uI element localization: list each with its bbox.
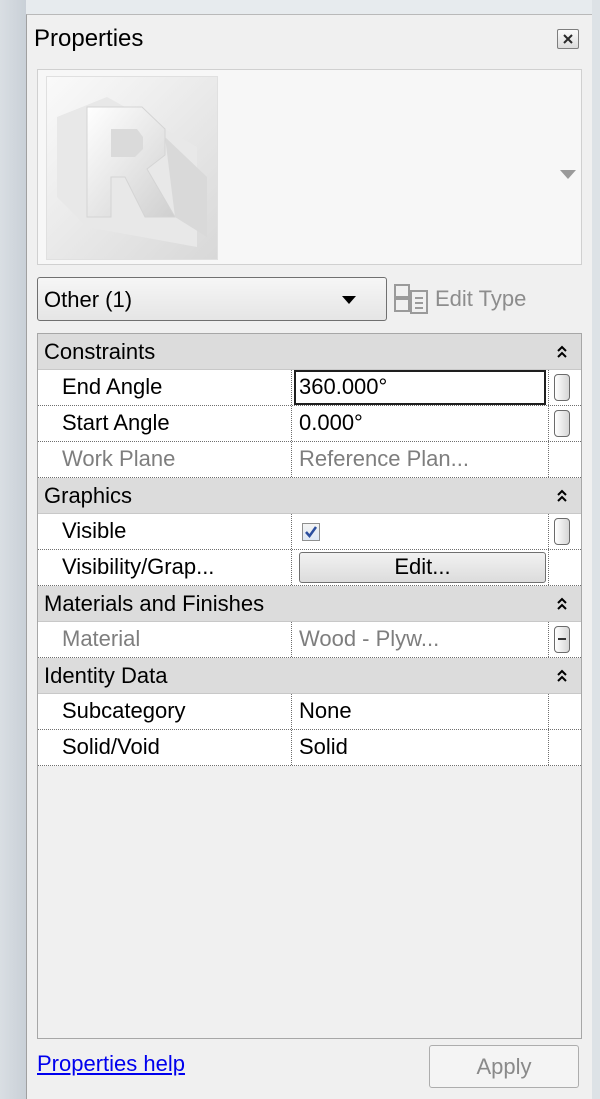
background-right (592, 0, 600, 1099)
group-header-constraints[interactable]: Constraints (38, 334, 581, 370)
column-divider (548, 406, 549, 441)
properties-help-link[interactable]: Properties help (37, 1051, 185, 1077)
properties-palette: Properties Other (1) Edit Type Constrain… (26, 14, 592, 1099)
close-icon (563, 34, 573, 44)
edit-type-label: Edit Type (435, 286, 527, 311)
property-name: Work Plane (62, 446, 176, 471)
property-name: Subcategory (62, 698, 186, 723)
column-divider (291, 730, 292, 765)
window-title: Properties (34, 25, 144, 52)
associate-parameter-button[interactable] (554, 518, 570, 545)
column-divider (548, 730, 549, 765)
property-row-material: Material Wood - Plyw... (38, 622, 581, 658)
group-label: Graphics (44, 483, 133, 508)
end-angle-value: 360.000° (299, 374, 388, 399)
property-value[interactable]: 0.000° (299, 410, 363, 436)
property-row-visibility-graphics[interactable]: Visibility/Grap... Edit... (38, 550, 581, 586)
column-divider (291, 442, 292, 477)
title-bar[interactable]: Properties (27, 15, 592, 65)
group-label: Materials and Finishes (44, 591, 265, 616)
properties-grid: Constraints End Angle 360.000° Start Ang… (37, 333, 582, 1039)
collapse-icon[interactable] (556, 345, 568, 359)
background-left (0, 0, 26, 1099)
property-value: Reference Plan... (299, 446, 469, 471)
column-divider (548, 694, 549, 729)
close-button[interactable] (557, 29, 579, 49)
column-divider (548, 550, 549, 585)
column-divider (291, 694, 292, 729)
revit-logo-thumbnail (46, 76, 218, 260)
associate-parameter-button[interactable] (554, 410, 570, 437)
group-header-identity-data[interactable]: Identity Data (38, 658, 581, 694)
chevron-down-icon (342, 296, 356, 304)
edit-type-icon (394, 284, 428, 314)
group-label: Constraints (44, 339, 156, 364)
property-row-visible[interactable]: Visible (38, 514, 581, 550)
type-preview (37, 69, 582, 265)
property-row-start-angle[interactable]: Start Angle 0.000° (38, 406, 581, 442)
property-row-subcategory[interactable]: Subcategory None (38, 694, 581, 730)
property-value: Wood - Plyw... (299, 626, 440, 651)
associate-parameter-button[interactable] (554, 374, 570, 401)
collapse-icon[interactable] (556, 489, 568, 503)
column-divider (548, 370, 549, 405)
property-row-work-plane: Work Plane Reference Plan... (38, 442, 581, 478)
type-selector-dropdown[interactable]: Other (1) (37, 277, 387, 321)
checkmark-icon (305, 526, 318, 539)
type-selector-value: Other (1) (44, 287, 133, 312)
edit-type-button[interactable]: Edit Type (389, 277, 589, 321)
associate-parameter-button[interactable] (554, 626, 570, 653)
column-divider (291, 550, 292, 585)
column-divider (291, 514, 292, 549)
column-divider (548, 514, 549, 549)
group-header-materials[interactable]: Materials and Finishes (38, 586, 581, 622)
apply-button[interactable]: Apply (429, 1045, 579, 1088)
group-header-graphics[interactable]: Graphics (38, 478, 581, 514)
column-divider (548, 622, 549, 657)
visible-checkbox[interactable] (302, 523, 320, 541)
column-divider (291, 406, 292, 441)
collapse-icon[interactable] (556, 669, 568, 683)
property-row-solid-void[interactable]: Solid/Void Solid (38, 730, 581, 766)
property-name: Material (62, 626, 141, 651)
end-angle-input[interactable]: 360.000° (294, 370, 546, 405)
column-divider (291, 370, 292, 405)
property-name: Visibility/Grap... (62, 554, 215, 579)
preview-dropdown-arrow-icon[interactable] (560, 170, 576, 179)
property-name: Solid/Void (62, 734, 160, 759)
column-divider (548, 442, 549, 477)
column-divider (291, 622, 292, 657)
property-row-end-angle[interactable]: End Angle 360.000° (38, 370, 581, 406)
property-name: End Angle (62, 374, 163, 399)
group-label: Identity Data (44, 663, 168, 688)
property-name: Visible (62, 518, 127, 543)
property-value[interactable]: Solid (299, 734, 348, 760)
visibility-edit-button[interactable]: Edit... (299, 552, 546, 583)
collapse-icon[interactable] (556, 597, 568, 611)
property-name: Start Angle (62, 410, 170, 435)
property-value[interactable]: None (299, 698, 352, 724)
